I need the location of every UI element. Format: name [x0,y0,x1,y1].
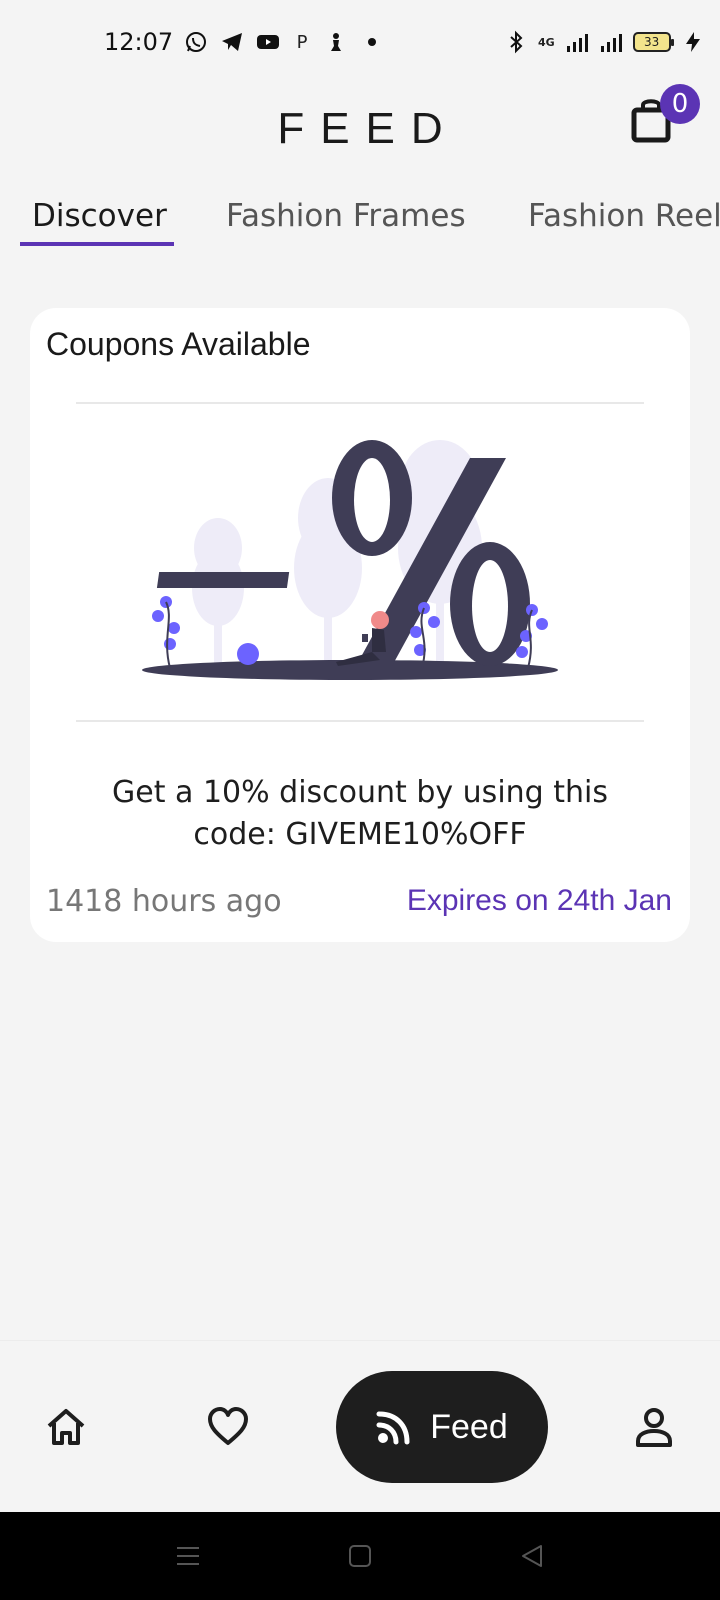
telegram-icon [220,30,244,54]
system-icons: 4G 33 [504,30,705,54]
chess-pawn-icon [324,30,348,54]
notification-icons: P [184,30,384,54]
back-button[interactable] [516,1540,548,1572]
signal-icon-2 [599,30,623,54]
cart-count-badge: 0 [660,84,700,124]
discount-illustration [142,440,558,680]
tab-fashion-reels[interactable]: Fashion Reels [528,198,720,234]
profile-icon [636,1408,672,1447]
tab-discover[interactable]: Discover [32,198,167,234]
menu-icon [177,1547,199,1565]
feed-icon [376,1411,410,1445]
heart-icon [208,1407,248,1445]
home-button[interactable] [42,1403,90,1451]
card-title: Coupons Available [46,326,311,362]
youtube-icon [256,30,280,54]
card-divider-bottom [76,720,644,722]
square-icon [349,1545,371,1567]
tab-fashion-frames[interactable]: Fashion Frames [226,198,466,234]
active-tab-indicator [20,242,174,246]
bluetooth-icon [504,30,528,54]
home-icon [47,1409,85,1445]
profile-button[interactable] [630,1403,678,1451]
network-type-label: 4G [538,35,555,49]
coupon-expiry: Expires on 24th Jan [406,884,672,917]
card-divider-top [76,402,644,404]
home-system-button[interactable] [344,1540,376,1572]
battery-icon: 33 [632,32,674,52]
recents-button[interactable] [172,1540,204,1572]
back-triangle-icon [522,1545,542,1567]
wishlist-button[interactable] [204,1403,252,1451]
feed-button[interactable]: Feed [336,1371,548,1483]
status-time: 12:07 [104,28,174,56]
charging-icon [681,30,705,54]
system-navigation-bar [0,1512,720,1600]
feed-label: Feed [430,1407,508,1446]
bottom-navigation: Feed [0,1340,720,1512]
p-icon: P [296,31,308,53]
tab-bar: Discover Fashion Frames Fashion Reels [0,198,720,250]
status-bar: 12:07 P 4G 33 [0,0,720,90]
page-title: FEED [277,104,459,153]
dot-icon [360,30,384,54]
signal-icon-1 [565,30,589,54]
coupon-description: Get a 10% discount by using this code: G… [112,775,608,852]
whatsapp-icon [184,30,208,54]
coupon-card[interactable]: Coupons Available Get a 10% discount by … [30,308,690,942]
post-time: 1418 hours ago [46,884,282,919]
